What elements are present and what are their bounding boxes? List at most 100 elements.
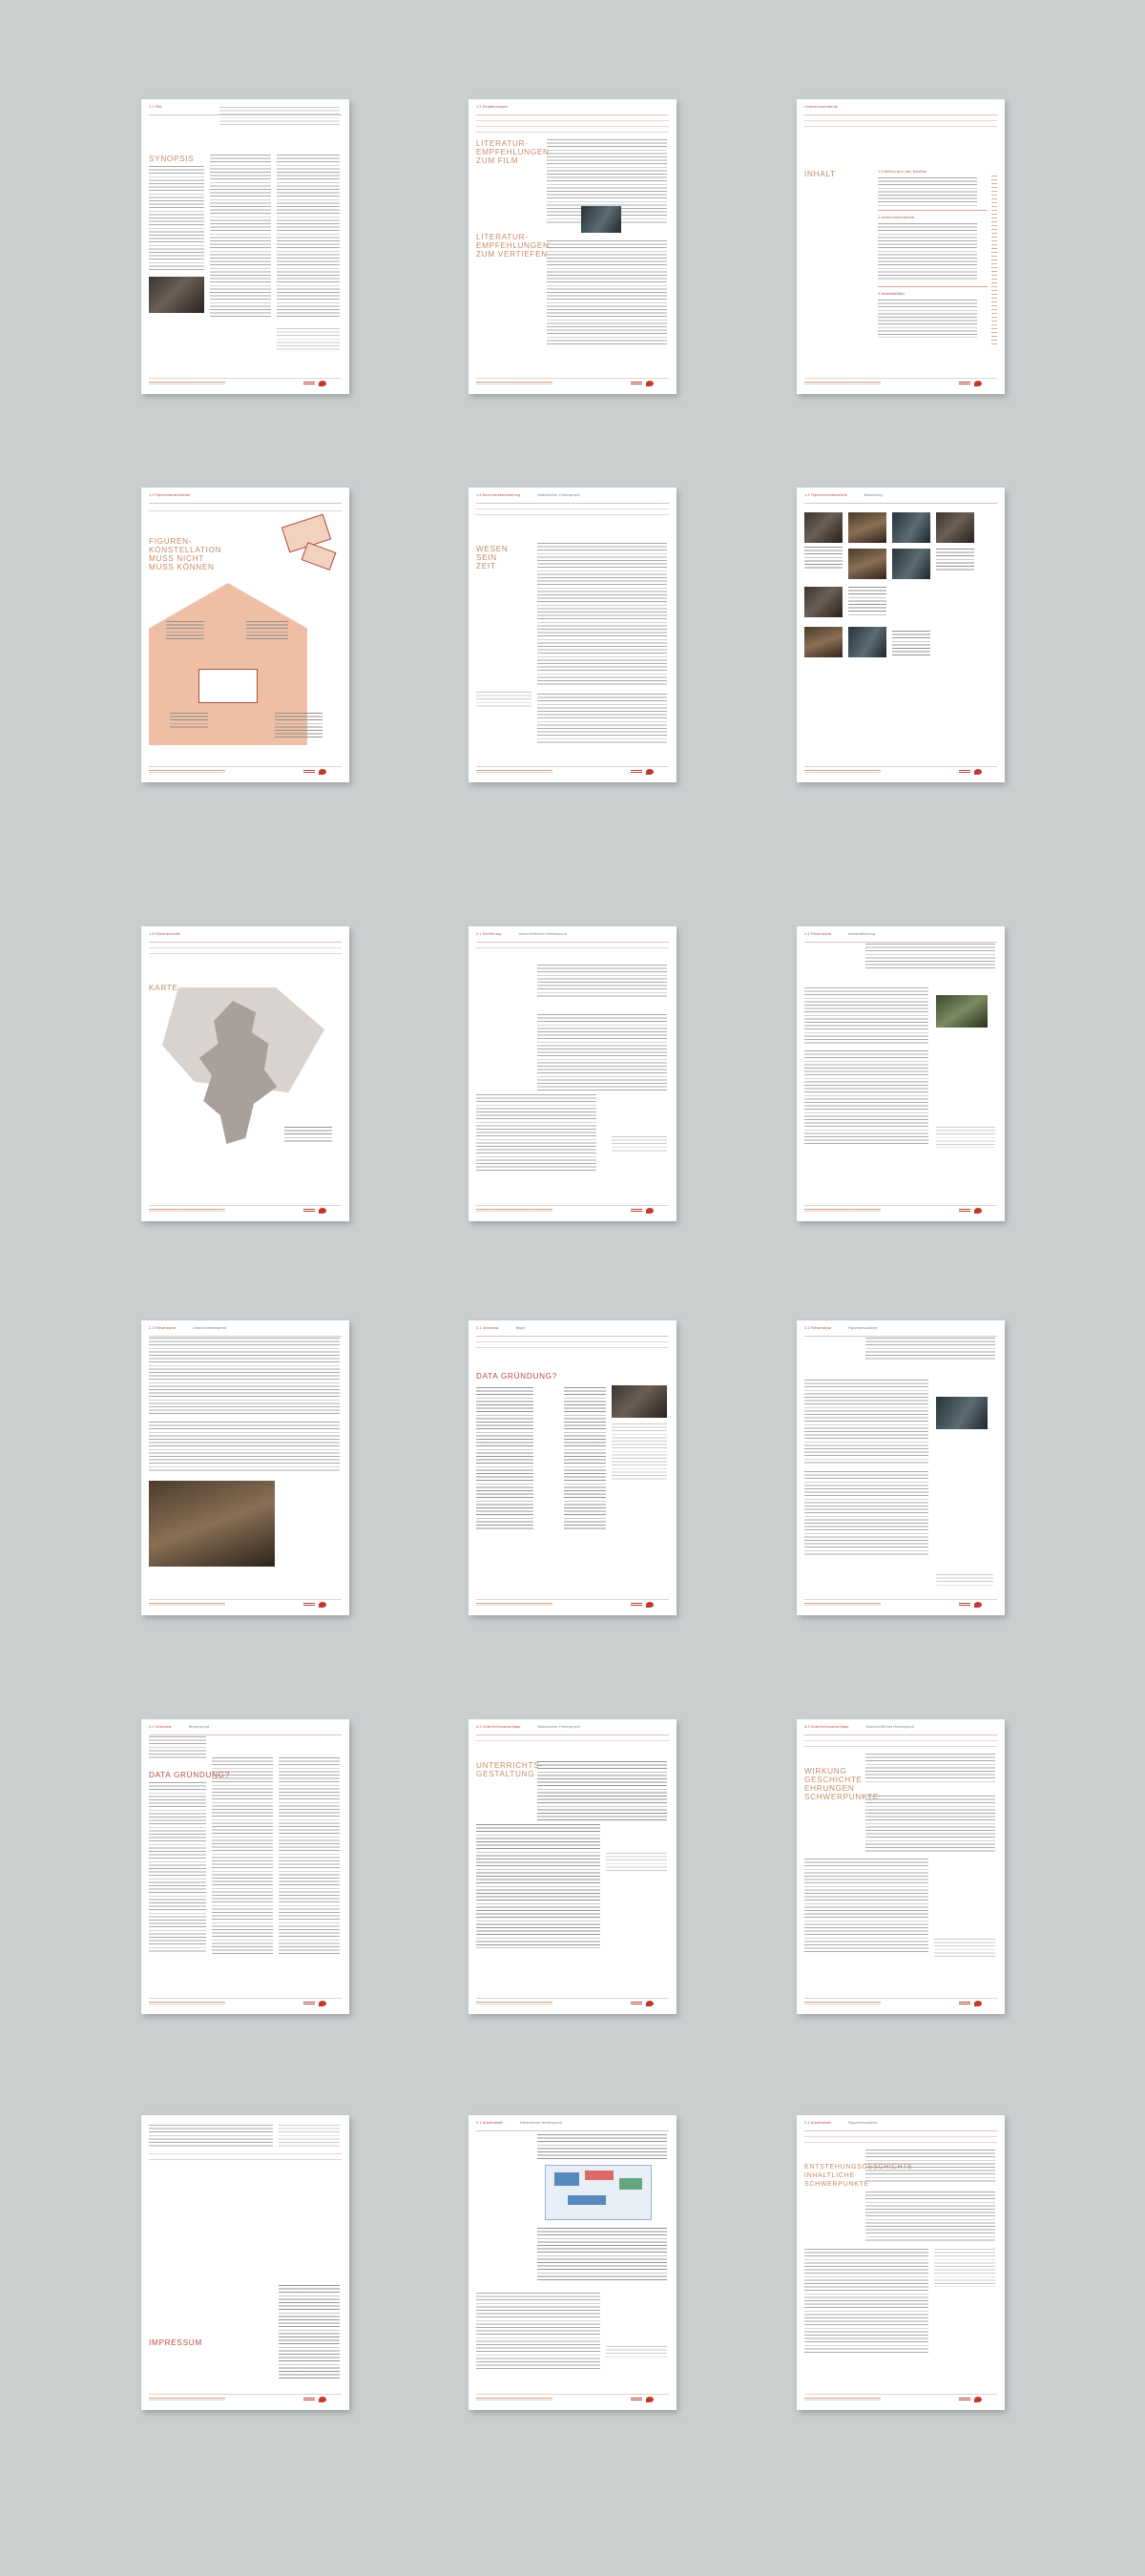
page-14-lesson[interactable]: 4.2 Unterrichtsvorschläge Historischer Hi… — [468, 1719, 677, 2014]
text-column-1 — [149, 166, 204, 271]
cast-photo — [892, 549, 930, 579]
page-16-imprint[interactable]: IMPRESSUM — [141, 2115, 349, 2410]
header-label: 1.5 Figurencharakteristik — [804, 493, 847, 497]
page-footer — [804, 1599, 997, 1610]
page-header: 1.2 Empfehlungen — [476, 105, 669, 115]
page-title: UNTERRICHTS- GESTALTUNG — [476, 1761, 543, 1778]
film-still-photo — [936, 1397, 988, 1429]
publisher-logo-icon — [646, 769, 654, 775]
page-6-cast[interactable]: 1.5 Figurencharakteristik Besetzung — [797, 488, 1005, 782]
page-13-interview-2[interactable]: 4.1 Interview Hintergrund DATA GRÜNDUNG? — [141, 1719, 349, 2014]
header-label: 4.3 Unterrichtsvorschläge — [804, 1725, 849, 1729]
page-4-character-map[interactable]: 1.3 Figurenkonstellation FIGUREN- KONSTE… — [141, 488, 349, 782]
publisher-logo-icon — [974, 2397, 982, 2402]
intro-text — [537, 965, 667, 999]
page-2-literature[interactable]: 1.2 Empfehlungen LITERATUR- EMPFEHLUNGEN… — [468, 99, 677, 394]
page-header: 2.3 Filmanalyse Unterrichtsmaterial — [149, 1326, 342, 1337]
page-header: 1.5 Figurencharakteristik Besetzung — [804, 493, 997, 504]
header-label: 3.1 Interview — [476, 1326, 499, 1330]
page-title: SYNOPSIS — [149, 155, 195, 163]
publisher-logo-icon — [646, 381, 654, 386]
header-label: 5.2 Arbeitsblatt — [804, 2121, 831, 2125]
page-footer — [149, 1599, 342, 1610]
header-label: 4.1 Interview — [149, 1725, 172, 1729]
header-subtitle: Historischer Hintergrund — [537, 1725, 580, 1729]
page-8-history[interactable]: 2.1 Einführung Geschichtlicher Hintergrun… — [468, 926, 677, 1221]
sidebar-note — [934, 1939, 995, 1958]
credits-column-2 — [564, 1387, 606, 1530]
character-labels — [246, 621, 288, 640]
header-label: 1.1 Plot — [149, 105, 162, 109]
header-label: 2.2 Filmanalyse — [804, 932, 832, 936]
sidebar-note — [606, 2346, 667, 2359]
figure-label-box — [301, 542, 337, 571]
publisher-logo-icon — [646, 1602, 654, 1608]
page-footer — [476, 1599, 669, 1610]
page-footer — [804, 2394, 997, 2404]
page-header: 2.2 Filmanalyse Kameraführung — [804, 932, 997, 943]
intro-text — [865, 944, 995, 968]
body-text — [804, 1380, 928, 1465]
page-18-worksheet-2[interactable]: 5.2 Arbeitsblatt Figurencharakter ENTSTEH… — [797, 2115, 1005, 2410]
reference-list-2 — [547, 240, 667, 345]
film-still-photo — [612, 1385, 667, 1418]
publisher-logo-icon — [319, 1602, 326, 1608]
worksheet-questions — [537, 2228, 667, 2281]
footnote-text — [149, 2125, 273, 2148]
page-footer — [476, 1998, 669, 2008]
cast-photo — [848, 512, 886, 543]
body-text-continued — [149, 1422, 340, 1473]
header-label: 2.1 Einführung — [476, 932, 502, 936]
page-footer — [804, 1205, 997, 1215]
page-footer — [476, 1205, 669, 1215]
header-label: 1.6 Filmausschnitt — [149, 932, 180, 936]
body-text-left — [804, 2249, 928, 2354]
publisher-logo-icon — [974, 1208, 982, 1214]
page-7-map[interactable]: 1.6 Filmausschnitt KARTE — [141, 926, 349, 1221]
page-footer — [149, 766, 342, 777]
intro-text — [865, 1338, 995, 1361]
page-11-interview[interactable]: 3.1 Interview Regie DATA GRÜNDUNG? — [468, 1320, 677, 1615]
header-subtitle: Figurencharakter — [847, 2121, 878, 2125]
page-footer — [804, 1998, 997, 2008]
film-still-photo — [149, 1481, 275, 1567]
page-header: 4.1 Interview Hintergrund — [149, 1725, 342, 1735]
toc-section-1[interactable]: 1 Einführung in den Kinofilm — [878, 170, 926, 174]
page-3-contents[interactable]: Unterrichtsmaterial INHALT 1 Einführung … — [797, 99, 1005, 394]
publisher-logo-icon — [974, 381, 982, 386]
header-label: 2.3 Filmanalyse — [149, 1326, 177, 1330]
publisher-logo-icon — [319, 2397, 326, 2402]
publisher-logo-icon — [319, 2001, 326, 2006]
header-label: 1.4 Kurzcharakterisierung — [476, 493, 521, 497]
cast-photo — [804, 587, 843, 617]
header-subtitle: Unterrichtsmaterial — [193, 1326, 227, 1330]
toc-section-3[interactable]: 3 Arbeitsblätter — [878, 292, 905, 296]
toc-entries-3 — [878, 300, 977, 338]
page-17-worksheet[interactable]: 5.1 Arbeitsblatt Historischer Hintergrund — [468, 2115, 677, 2410]
character-labels — [170, 713, 208, 728]
body-text-left — [804, 1859, 928, 1954]
page-15-themes[interactable]: 4.3 Unterrichtsvorschläge Geschichtlicher… — [797, 1719, 1005, 2014]
document-spread-grid: 1.1 Plot SYNOPSIS 1.2 Empfehlungen LITER… — [0, 0, 1145, 2576]
text-column-3 — [277, 155, 340, 317]
page-10-materials[interactable]: 2.3 Filmanalyse Unterrichtsmaterial — [141, 1320, 349, 1615]
page-header: 2.1 Einführung Geschichtlicher Hintergrun… — [476, 932, 669, 943]
page-9-analysis[interactable]: 2.2 Filmanalyse Kameraführung — [797, 926, 1005, 1221]
page-title: INHALT — [804, 170, 836, 178]
publisher-logo-icon — [319, 769, 326, 775]
toc-section-2[interactable]: 2 Unterrichtsmaterial — [878, 216, 914, 219]
header-subtitle: Geschichtlicher Hintergrund — [518, 932, 568, 936]
header-subtitle: Besetzung — [864, 493, 883, 497]
page-12-character[interactable]: 3.2 Filmanalyse Figurencharakter — [797, 1320, 1005, 1615]
character-labels — [275, 713, 323, 739]
body-text — [804, 987, 928, 1045]
page-5-background[interactable]: 1.4 Kurzcharakterisierung Historischer Hi… — [468, 488, 677, 782]
cast-caption — [936, 549, 974, 571]
header-label: Unterrichtsmaterial — [804, 105, 838, 109]
body-text-left — [476, 2293, 600, 2369]
page-1-synopsis[interactable]: 1.1 Plot SYNOPSIS — [141, 99, 349, 394]
sidebar-note — [612, 1136, 667, 1153]
header-subtitle: Figurencharakter — [848, 1326, 878, 1330]
page-footer — [804, 766, 997, 777]
cast-photo — [804, 627, 843, 657]
